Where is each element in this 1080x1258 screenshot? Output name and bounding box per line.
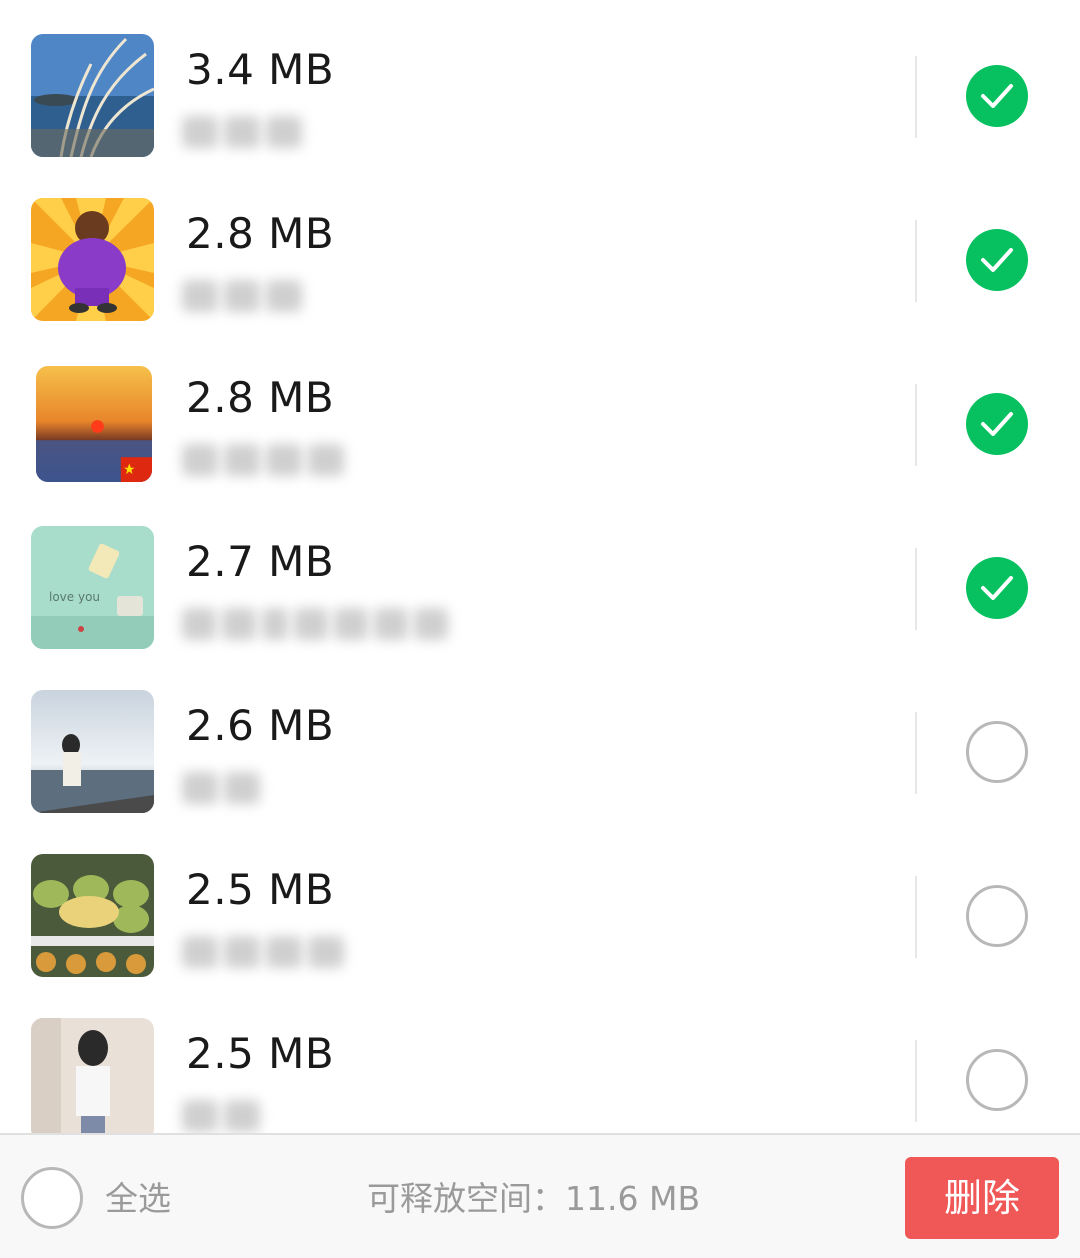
bottom-action-bar: 全选 可释放空间：11.6 MB 删除 xyxy=(0,1133,1080,1258)
select-all-checkbox[interactable] xyxy=(21,1167,83,1229)
divider xyxy=(915,548,917,630)
checkbox-checked[interactable] xyxy=(966,229,1028,291)
avatar: love you xyxy=(31,526,154,649)
checkbox-unchecked[interactable] xyxy=(966,721,1028,783)
avatar xyxy=(36,366,152,482)
list-item[interactable]: 2.5 MB xyxy=(0,820,1080,984)
checkbox-checked[interactable] xyxy=(966,557,1028,619)
check-icon xyxy=(981,412,1013,436)
divider xyxy=(915,220,917,302)
list-item[interactable]: 2.6 MB xyxy=(0,656,1080,820)
item-name-blurred xyxy=(182,280,302,316)
checkbox-unchecked[interactable] xyxy=(966,1049,1028,1111)
checkbox-checked[interactable] xyxy=(966,65,1028,127)
checkbox-checked[interactable] xyxy=(966,393,1028,455)
list-item[interactable]: 2.8 MB xyxy=(0,164,1080,328)
list-item[interactable]: 3.4 MB xyxy=(0,0,1080,164)
divider xyxy=(915,1040,917,1122)
avatar xyxy=(31,1018,154,1133)
item-size: 2.5 MB xyxy=(186,1029,335,1078)
item-name-blurred xyxy=(182,936,344,972)
item-name-blurred xyxy=(182,608,448,644)
chat-storage-list: 3.4 MB 2.8 MB 2.8 MB love you 2.7 MB 2.6… xyxy=(0,0,1080,1133)
divider xyxy=(915,876,917,958)
check-icon xyxy=(981,248,1013,272)
avatar xyxy=(31,690,154,813)
item-size: 2.6 MB xyxy=(186,701,335,750)
list-item[interactable]: 2.8 MB xyxy=(0,328,1080,492)
svg-text:love you: love you xyxy=(49,590,100,604)
item-name-blurred xyxy=(182,772,260,808)
item-size: 2.7 MB xyxy=(186,537,335,586)
select-all-label[interactable]: 全选 xyxy=(105,1180,171,1218)
divider xyxy=(915,712,917,794)
divider xyxy=(915,56,917,138)
item-size: 2.8 MB xyxy=(186,209,335,258)
divider xyxy=(915,384,917,466)
list-item[interactable]: love you 2.7 MB xyxy=(0,492,1080,656)
avatar xyxy=(31,854,154,977)
item-name-blurred xyxy=(182,1100,260,1133)
list-item[interactable]: 2.5 MB xyxy=(0,984,1080,1133)
item-size: 2.5 MB xyxy=(186,865,335,914)
check-icon xyxy=(981,576,1013,600)
avatar xyxy=(31,34,154,157)
avatar xyxy=(31,198,154,321)
item-name-blurred xyxy=(182,116,302,152)
item-size: 3.4 MB xyxy=(186,45,335,94)
checkbox-unchecked[interactable] xyxy=(966,885,1028,947)
check-icon xyxy=(981,84,1013,108)
item-size: 2.8 MB xyxy=(186,373,335,422)
item-name-blurred xyxy=(182,444,344,480)
delete-button[interactable]: 删除 xyxy=(905,1157,1059,1239)
free-space-text: 可释放空间：11.6 MB xyxy=(367,1179,701,1218)
